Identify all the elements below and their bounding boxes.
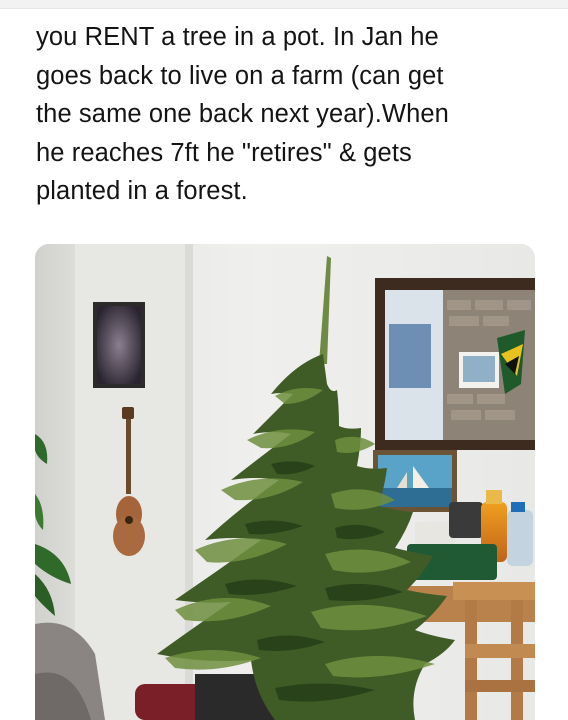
tweet-text-line: the same one back next year).When (36, 100, 449, 128)
tweet-text: you RENT a tree in a pot. In Jan he goes… (36, 18, 546, 211)
photo-scene (35, 244, 535, 720)
painting-icon (97, 306, 141, 384)
tweet-text-line: you RENT a tree in a pot. In Jan he (36, 23, 439, 51)
tweet-post: you RENT a tree in a pot. In Jan he goes… (0, 0, 568, 720)
tweet-text-line: planted in a forest. (36, 177, 248, 205)
wall-mirror (375, 278, 535, 450)
tweet-text-line: goes back to live on a farm (can get (36, 61, 444, 90)
tweet-photo[interactable] (35, 244, 535, 720)
tweet-text-line: he reaches 7ft he "retires" & gets (36, 138, 412, 167)
top-divider (0, 0, 568, 9)
